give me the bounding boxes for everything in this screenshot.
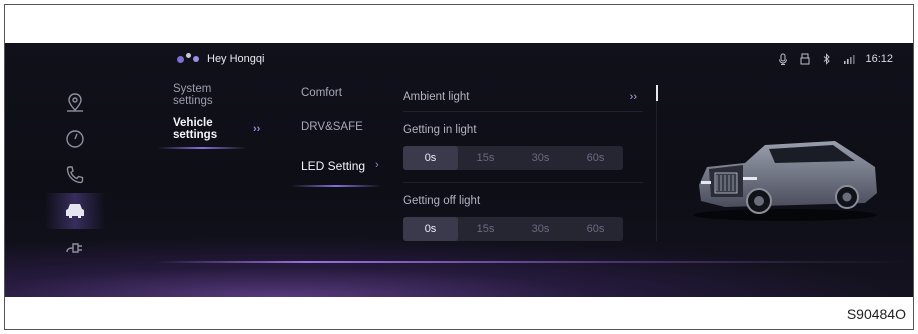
scrollbar-thumb[interactable]	[656, 85, 658, 101]
voice-assistant-icon	[177, 52, 199, 63]
phone-icon	[66, 166, 84, 184]
ambient-light-row[interactable]: Ambient light ››	[403, 87, 643, 107]
getting-off-option[interactable]: 15s	[458, 217, 513, 241]
getting-off-light-label: Getting off light	[403, 195, 481, 207]
signal-icon	[844, 55, 856, 64]
ambient-glow	[5, 237, 913, 297]
menu-item-led-setting[interactable]: LED Setting ›	[291, 155, 391, 189]
rail-item-navigation[interactable]	[45, 85, 105, 121]
chevron-right-icon: ››	[253, 123, 261, 135]
rail-item-gauge[interactable]	[45, 121, 105, 157]
getting-off-light-selector: 0s 15s 30s 60s	[403, 217, 623, 241]
scrollbar-track	[656, 101, 657, 241]
menu-item-label: Comfort	[301, 87, 342, 99]
figure-code: S90484O	[846, 306, 906, 322]
rail-item-vehicle[interactable]	[45, 193, 105, 229]
chevron-double-right-icon: ››	[629, 91, 637, 103]
vehicle-image	[693, 141, 877, 221]
menu-item-label: System settings	[173, 83, 213, 107]
menu-item-system-settings[interactable]: System settings	[173, 83, 273, 117]
voice-assistant-label: Hey Hongqi	[207, 53, 265, 65]
getting-off-option[interactable]: 30s	[513, 217, 568, 241]
vehicle-settings-menu: Comfort DRV&SAFE LED Setting ›	[291, 87, 391, 189]
usb-icon	[800, 53, 810, 65]
menu-item-label: DRV&SAFE	[301, 121, 363, 133]
selection-underline	[157, 147, 247, 149]
status-bar: 16:12	[777, 53, 893, 65]
divider	[403, 182, 643, 183]
ambient-light-strip	[155, 261, 913, 263]
getting-in-light-selector: 0s 15s 30s 60s	[403, 146, 623, 170]
rail-item-charging[interactable]	[45, 229, 105, 265]
rail-item-phone[interactable]	[45, 157, 105, 193]
menu-item-vehicle-settings[interactable]: Vehicle settings ››	[157, 117, 273, 151]
settings-menu: System settings Vehicle settings ››	[157, 83, 273, 151]
bluetooth-icon	[824, 53, 831, 65]
gauge-icon	[66, 130, 84, 148]
getting-in-option[interactable]: 30s	[513, 146, 568, 170]
getting-off-option[interactable]: 60s	[568, 217, 623, 241]
getting-in-option[interactable]: 15s	[458, 146, 513, 170]
side-rail	[45, 85, 105, 265]
led-setting-panel: Ambient light ›› Getting in light 0s 15s…	[403, 87, 643, 241]
charging-icon	[66, 243, 82, 253]
getting-in-light-label: Getting in light	[403, 124, 477, 136]
clock: 16:12	[865, 53, 893, 65]
getting-in-option[interactable]: 60s	[568, 146, 623, 170]
menu-item-label: Vehicle settings	[173, 117, 218, 141]
mic-icon	[779, 53, 788, 65]
navigation-icon	[67, 93, 83, 112]
ambient-light-label: Ambient light	[403, 91, 470, 103]
selection-underline	[291, 185, 381, 187]
voice-assistant[interactable]: Hey Hongqi	[177, 52, 265, 65]
menu-item-drv-safe[interactable]: DRV&SAFE	[301, 121, 391, 155]
chevron-right-icon: ›	[375, 159, 379, 171]
infotainment-screen: Hey Hongqi 16:12 System settings Vehicle…	[5, 43, 913, 297]
menu-item-label: LED Setting	[301, 159, 366, 173]
car-icon	[66, 204, 84, 218]
getting-in-option[interactable]: 0s	[403, 146, 458, 170]
getting-off-option[interactable]: 0s	[403, 217, 458, 241]
divider	[403, 111, 643, 112]
menu-item-comfort[interactable]: Comfort	[301, 87, 391, 121]
